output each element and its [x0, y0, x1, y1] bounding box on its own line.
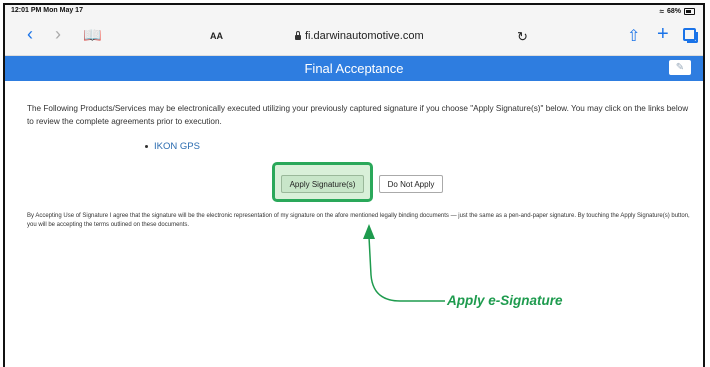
callout-label: Apply e-Signature	[447, 293, 563, 308]
screenshot-frame: 12:01 PM Mon May 17 ≈ 68% ‹ › 📖 AA fi.da…	[3, 3, 705, 367]
callout-arrow-icon	[363, 224, 445, 302]
